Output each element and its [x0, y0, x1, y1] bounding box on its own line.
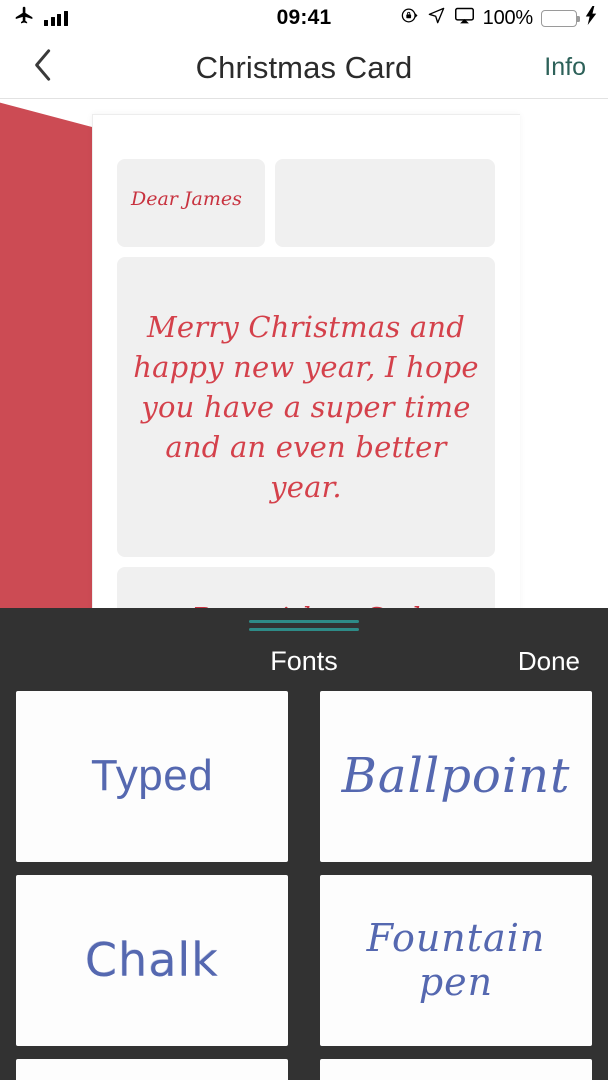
message-text: Merry Christmas and happy new year, I ho… [133, 309, 479, 505]
greeting-secondary-field[interactable] [275, 159, 495, 247]
font-sample-label: Chalk [85, 933, 219, 988]
fonts-sheet: Fonts Done Typed Ballpoint Chalk Fountai… [0, 608, 608, 1080]
status-bar-time: 09:41 [276, 6, 332, 29]
font-option-row3-right[interactable] [320, 1059, 592, 1080]
status-bar: 09:41 100% [0, 0, 608, 36]
fonts-sheet-title: Fonts [270, 646, 338, 676]
font-option-ballpoint[interactable]: Ballpoint [320, 691, 592, 862]
lightning-bolt-icon [585, 6, 598, 30]
screen-mirroring-icon [454, 5, 475, 31]
done-button[interactable]: Done [518, 634, 580, 689]
message-text-field[interactable]: Merry Christmas and happy new year, I ho… [117, 257, 495, 557]
drag-handle-icon[interactable] [249, 620, 359, 634]
font-option-chalk[interactable]: Chalk [16, 875, 288, 1046]
font-sample-label: Fountain pen [366, 915, 546, 1004]
page-title: Christmas Card [195, 49, 413, 85]
location-arrow-icon [427, 6, 446, 30]
navigation-bar: Christmas Card Info [0, 36, 608, 99]
greeting-text-field[interactable]: Dear James [117, 159, 265, 247]
font-option-row3-left[interactable] [16, 1059, 288, 1080]
card-back-panel [0, 100, 92, 620]
rotation-lock-icon [400, 6, 419, 30]
font-option-fountain-pen[interactable]: Fountain pen [320, 875, 592, 1046]
font-sample-label: Typed [90, 751, 214, 801]
fonts-sheet-header: Fonts Done [0, 634, 608, 689]
fonts-grid: Typed Ballpoint Chalk Fountain pen [16, 691, 592, 1080]
card-canvas[interactable]: Dear James Merry Christmas and happy new… [0, 100, 608, 620]
greeting-text: Dear James [131, 188, 242, 210]
font-option-typed[interactable]: Typed [16, 691, 288, 862]
status-bar-right: 100% [400, 0, 598, 36]
font-sample-label: Ballpoint [341, 747, 571, 804]
app-root: 09:41 100% Christmas Card Info Dear Jame… [0, 0, 608, 1080]
info-button[interactable]: Info [544, 36, 586, 99]
card-front-page: Dear James Merry Christmas and happy new… [92, 114, 520, 620]
battery-percent-label: 100% [482, 6, 534, 29]
battery-icon [541, 9, 580, 27]
